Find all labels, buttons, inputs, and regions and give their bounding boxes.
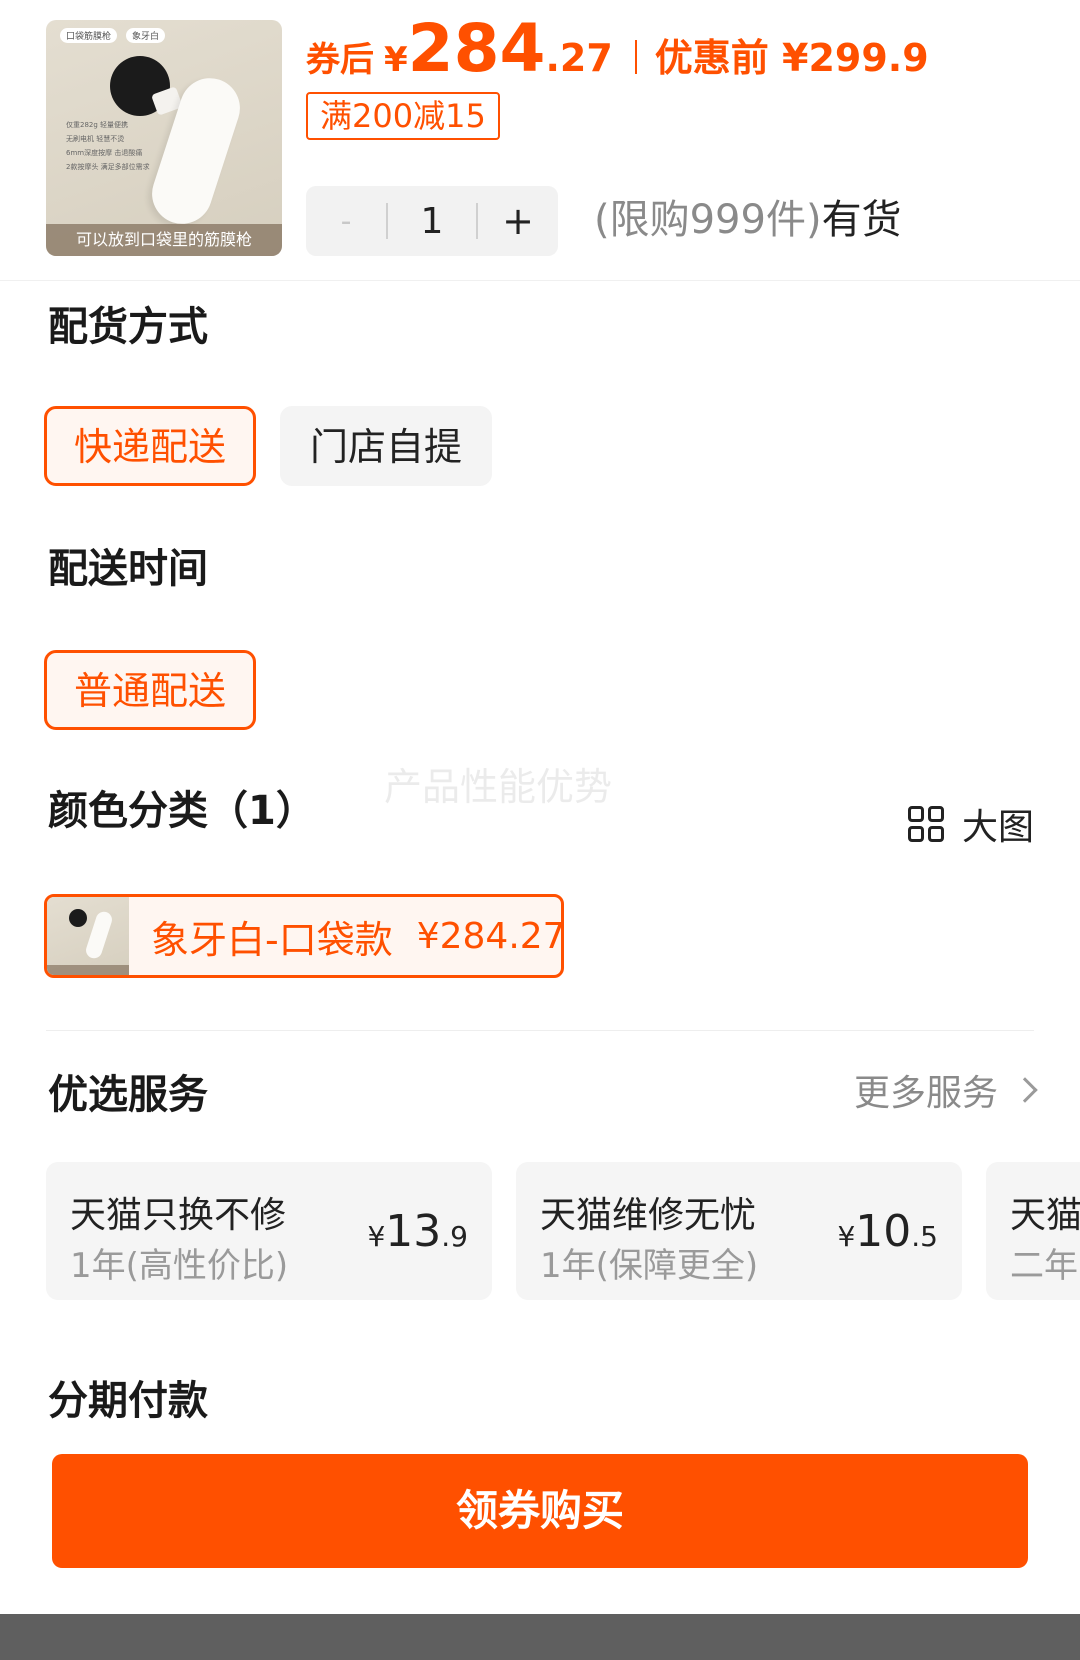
purchase-limit: (限购999件) <box>594 197 822 243</box>
service-price-currency: ¥ <box>367 1220 386 1253</box>
thumb-caption: 可以放到口袋里的筋膜枪 <box>46 224 282 256</box>
service-card[interactable]: 天猫只换不修 1年(高性价比) ¥ 13 .9 <box>46 1162 492 1300</box>
thumb-feature: 仅重282g 轻量便携 <box>66 121 129 129</box>
service-price-decimal: .5 <box>911 1220 938 1253</box>
service-price-integer: 10 <box>855 1206 912 1257</box>
claim-coupon-buy-button[interactable]: 领券购买 <box>52 1454 1028 1568</box>
divider <box>0 280 1080 281</box>
service-price-integer: 13 <box>385 1206 442 1257</box>
variant-price: ¥284.27 <box>416 915 564 957</box>
quantity-stepper: - 1 + <box>306 186 558 256</box>
service-card[interactable]: 天猫维修无忧 1年(保障更全) ¥ 10 .5 <box>516 1162 962 1300</box>
more-services-link[interactable]: 更多服务 <box>853 1064 1038 1116</box>
variant-label: 象牙白-口袋款 <box>151 917 393 962</box>
price-decimal: .27 <box>545 36 613 80</box>
variant-option[interactable]: 象牙白-口袋款 ¥284.27 <box>44 894 564 978</box>
big-image-toggle[interactable]: 大图 <box>907 798 1034 850</box>
grid-icon <box>907 806 944 842</box>
service-price-decimal: .9 <box>441 1220 468 1253</box>
price-integer: 284 <box>407 10 546 87</box>
stock-status: 有货 <box>821 197 902 243</box>
service-price: ¥ 13 .9 <box>367 1206 468 1257</box>
option-express-delivery[interactable]: 快递配送 <box>44 406 256 486</box>
big-image-label: 大图 <box>961 807 1034 848</box>
quantity-value[interactable]: 1 <box>388 201 476 242</box>
product-image[interactable]: 口袋筋膜枪 象牙白 仅重282g 轻量便携 无刷电机 轻慧不烫 6mm深度按摩 … <box>46 20 282 256</box>
thumb-caption-strip <box>47 965 129 975</box>
service-price-currency: ¥ <box>837 1220 856 1253</box>
service-name: 天猫 <box>1010 1195 1080 1236</box>
color-section-title: 颜色分类（1） <box>48 788 316 834</box>
thumb-feature: 无刷电机 轻慧不烫 <box>66 135 125 143</box>
price-prefix: 券后 <box>306 40 374 80</box>
service-name: 天猫只换不修 <box>70 1195 287 1236</box>
price-currency: ¥ <box>384 40 408 80</box>
thumb-tag-color: 象牙白 <box>126 28 166 43</box>
installment-title: 分期付款 <box>48 1378 208 1424</box>
service-name: 天猫维修无忧 <box>540 1195 757 1236</box>
increase-button[interactable]: + <box>478 199 558 243</box>
delivery-method-title: 配货方式 <box>48 304 208 350</box>
thumb-feature-list: 仅重282g 轻量便携 无刷电机 轻慧不烫 6mm深度按摩 击退酸痛 2款按摩头… <box>66 118 150 174</box>
chevron-right-icon <box>1012 1077 1038 1103</box>
service-term: 1年(保障更全) <box>540 1246 759 1286</box>
thumb-feature: 2款按摩头 满足多部位需求 <box>66 163 150 171</box>
delivery-time-title: 配送时间 <box>48 546 208 592</box>
service-term: 二年( <box>1010 1246 1080 1286</box>
service-card[interactable]: 天猫 二年( <box>986 1162 1080 1300</box>
bottom-bar <box>0 1614 1080 1660</box>
stock-info: (限购999件)有货 <box>594 192 902 248</box>
massage-gun-body <box>83 909 115 961</box>
original-price: 优惠前 ¥299.9 <box>654 36 929 80</box>
option-store-pickup[interactable]: 门店自提 <box>280 406 492 486</box>
price-separator <box>634 40 637 74</box>
service-term: 1年(高性价比) <box>70 1246 289 1286</box>
service-price: ¥ 10 .5 <box>837 1206 938 1257</box>
services-title: 优选服务 <box>48 1072 208 1118</box>
thumb-tag-name: 口袋筋膜枪 <box>60 28 118 43</box>
variant-thumbnail <box>47 897 129 975</box>
decrease-button[interactable]: - <box>306 204 386 239</box>
thumb-feature: 6mm深度按摩 击退酸痛 <box>66 149 143 157</box>
option-standard-delivery[interactable]: 普通配送 <box>44 650 256 730</box>
watermark: 产品性能优势 <box>384 765 613 809</box>
divider <box>46 1030 1034 1031</box>
coupon-badge: 满200减15 <box>306 92 500 140</box>
price-line: 券后 ¥ 284 .27 优惠前 ¥299.9 <box>306 14 929 84</box>
massage-gun-head <box>69 909 87 927</box>
more-services-label: 更多服务 <box>853 1073 998 1114</box>
